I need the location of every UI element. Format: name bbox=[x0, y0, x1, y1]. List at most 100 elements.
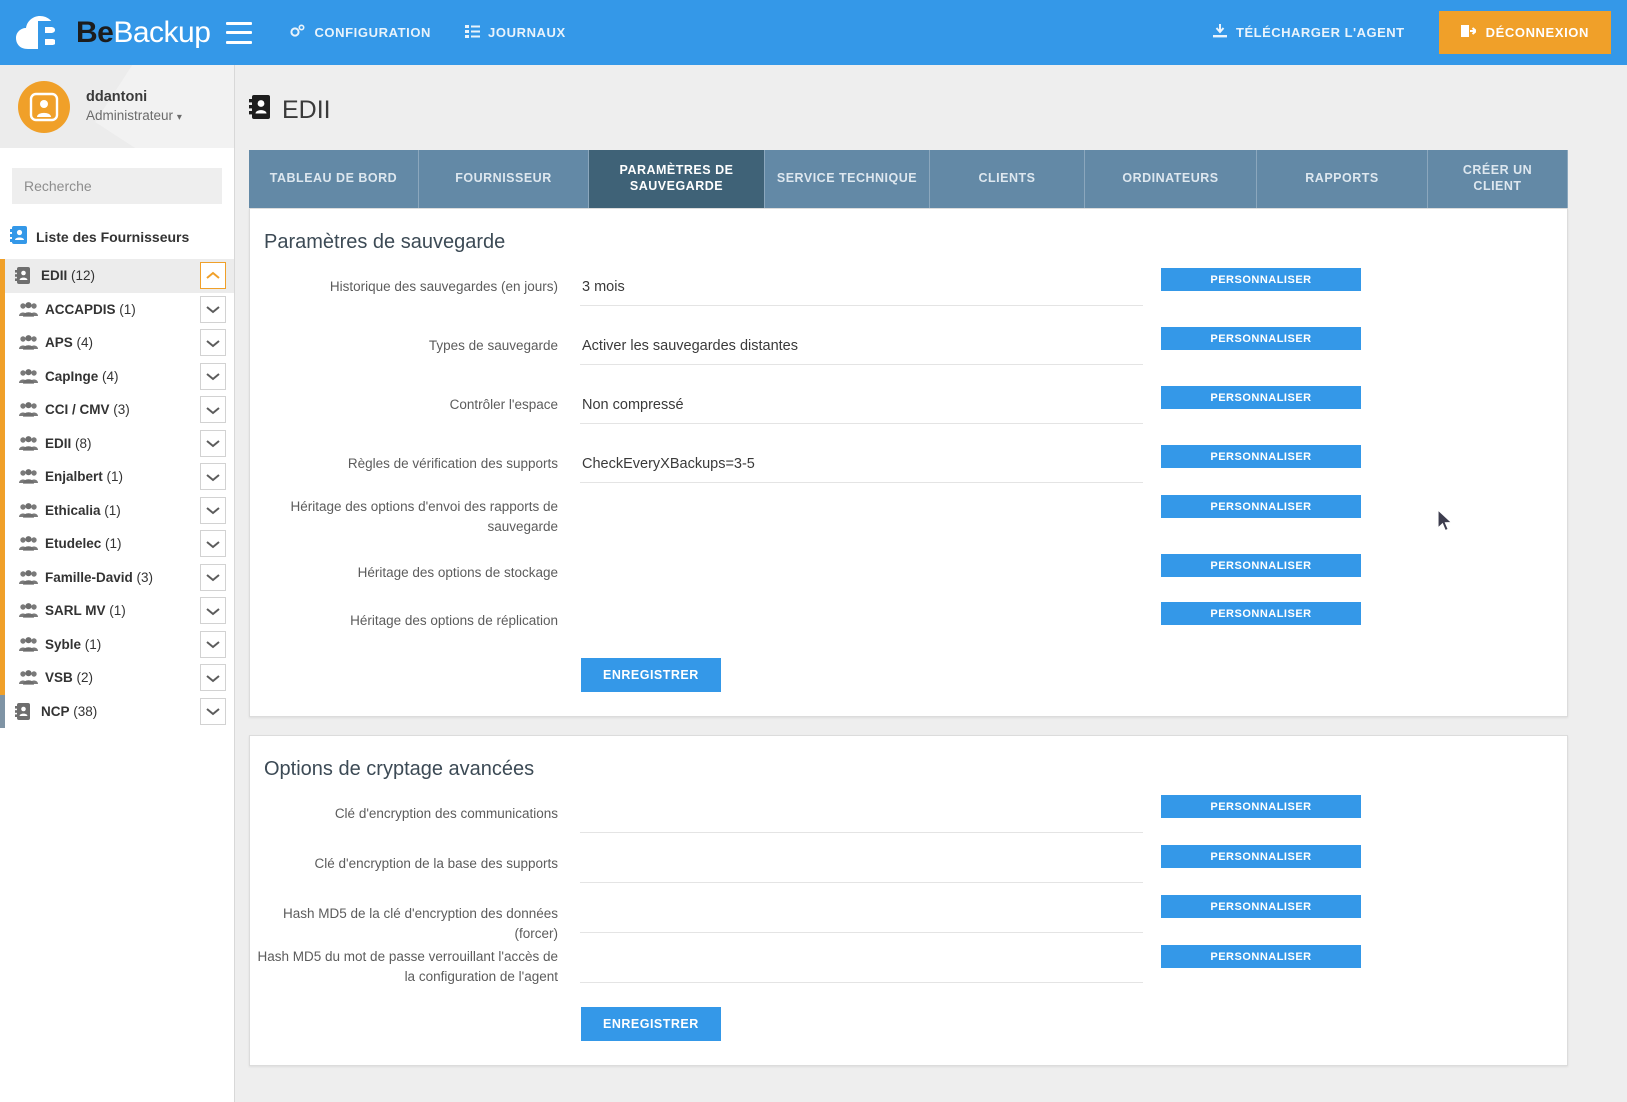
gears-icon bbox=[290, 24, 306, 41]
logout-button[interactable]: DÉCONNEXION bbox=[1438, 11, 1611, 54]
tab-label: CLIENTS bbox=[978, 171, 1036, 186]
button-column: PERSONNALISER bbox=[1143, 495, 1547, 518]
button-column: PERSONNALISER bbox=[1143, 268, 1547, 291]
chevron-down-icon[interactable] bbox=[200, 329, 226, 356]
personnaliser-button[interactable]: PERSONNALISER bbox=[1161, 495, 1361, 518]
nav-configuration[interactable]: CONFIGURATION bbox=[290, 24, 431, 41]
sidebar-item-accapdis[interactable]: ACCAPDIS (1) bbox=[0, 292, 234, 326]
sidebar-item-count: (4) bbox=[72, 335, 94, 351]
sidebar-item-aps[interactable]: APS (4) bbox=[0, 326, 234, 360]
users-icon bbox=[19, 301, 41, 317]
sidebar-item-etudelec[interactable]: Etudelec (1) bbox=[0, 527, 234, 561]
user-role[interactable]: Administrateur ▾ bbox=[86, 107, 182, 125]
sidebar-item-syble[interactable]: Syble (1) bbox=[0, 627, 234, 661]
chevron-down-icon[interactable] bbox=[200, 630, 226, 658]
form-control-wrapper bbox=[580, 945, 1143, 983]
logout-icon bbox=[1460, 24, 1478, 41]
chevron-down-icon[interactable] bbox=[200, 362, 226, 390]
form-label: Règles de vérification des supports bbox=[347, 456, 558, 471]
tab-tableau-de-bord[interactable]: TABLEAU DE BORD bbox=[249, 150, 419, 208]
user-name: ddantoni bbox=[86, 88, 148, 105]
tab-label: SERVICE TECHNIQUE bbox=[776, 171, 918, 186]
form-control-wrapper bbox=[580, 895, 1143, 933]
chevron-down-icon[interactable] bbox=[200, 530, 226, 557]
tab-service-technique[interactable]: SERVICE TECHNIQUE bbox=[765, 150, 930, 208]
personnaliser-button[interactable]: PERSONNALISER bbox=[1161, 895, 1361, 918]
chevron-down-icon: ▾ bbox=[176, 112, 182, 124]
tab-fournisseur[interactable]: FOURNISSEUR bbox=[419, 150, 589, 208]
chevron-down-icon[interactable] bbox=[200, 396, 226, 423]
sidebar-item-name: Etudelec bbox=[45, 536, 102, 552]
user-meta: ddantoni Administrateur ▾ bbox=[86, 88, 182, 126]
select-2[interactable]: Non compressé bbox=[580, 386, 1143, 424]
sidebar-item-edii[interactable]: EDII (12) bbox=[0, 259, 234, 293]
form-control-wrapper: Non compressé bbox=[580, 386, 1143, 424]
personnaliser-button[interactable]: PERSONNALISER bbox=[1161, 268, 1361, 291]
tab-ordinateurs[interactable]: ORDINATEURS bbox=[1085, 150, 1257, 208]
chevron-down-icon[interactable] bbox=[200, 295, 226, 323]
text-input-3[interactable]: CheckEveryXBackups=3-5 bbox=[580, 445, 1143, 483]
contact-card-icon bbox=[249, 95, 270, 126]
chevron-down-icon[interactable] bbox=[200, 664, 226, 691]
personnaliser-button[interactable]: PERSONNALISER bbox=[1161, 554, 1361, 577]
sidebar-item-label: EDII (8) bbox=[45, 436, 92, 451]
sidebar-item-count: (1) bbox=[81, 636, 102, 652]
users-icon bbox=[19, 402, 41, 417]
sidebar-item-vsb[interactable]: VSB (2) bbox=[0, 661, 234, 695]
text-input-2[interactable] bbox=[580, 895, 1143, 933]
save-row: ENREGISTRER bbox=[250, 646, 1567, 716]
chevron-up-icon[interactable] bbox=[200, 262, 226, 289]
enregistrer-button[interactable]: ENREGISTRER bbox=[581, 658, 721, 692]
select-0[interactable]: 3 mois bbox=[580, 268, 1143, 306]
brand-logo[interactable]: BeBackup bbox=[0, 0, 211, 65]
tab-bar: TABLEAU DE BORD FOURNISSEUR PARAMÈTRES DE … bbox=[249, 150, 1627, 208]
text-input-0[interactable] bbox=[580, 795, 1143, 833]
text-input-3[interactable] bbox=[580, 945, 1143, 983]
form-row: Contrôler l'espace Non compressé PERSONNAL… bbox=[250, 386, 1567, 445]
user-role-label: Administrateur bbox=[86, 108, 174, 124]
chevron-down-icon[interactable] bbox=[200, 563, 226, 591]
sidebar-item-count: (4) bbox=[98, 368, 119, 384]
personnaliser-button[interactable]: PERSONNALISER bbox=[1161, 327, 1361, 350]
sidebar-item-edii[interactable]: EDII (8) bbox=[0, 426, 234, 460]
tab-label: ORDINATEURS bbox=[1122, 171, 1219, 186]
sidebar-item-enjalbert[interactable]: Enjalbert (1) bbox=[0, 460, 234, 494]
sidebar-item-label: CCI / CMV (3) bbox=[45, 402, 130, 417]
nav-journaux[interactable]: JOURNAUX bbox=[465, 24, 566, 41]
tab-rapports[interactable]: RAPPORTS bbox=[1257, 150, 1428, 208]
tab-param-tres-de-sauvegarde[interactable]: PARAMÈTRES DE SAUVEGARDE bbox=[589, 150, 765, 208]
sidebar-item-count: (1) bbox=[105, 603, 126, 619]
tab-cr-er-un-client[interactable]: CRÉER UN CLIENT bbox=[1428, 150, 1568, 208]
sidebar-item-capinge[interactable]: CapInge (4) bbox=[0, 359, 234, 393]
sidebar-item-cci-cmv[interactable]: CCI / CMV (3) bbox=[0, 393, 234, 427]
brand-be: Be bbox=[76, 15, 114, 49]
tab-clients[interactable]: CLIENTS bbox=[930, 150, 1085, 208]
sidebar-item-ethicalia[interactable]: Ethicalia (1) bbox=[0, 493, 234, 527]
sidebar-item-label: SARL MV (1) bbox=[45, 603, 126, 618]
personnaliser-button[interactable]: PERSONNALISER bbox=[1161, 602, 1361, 625]
search-input[interactable] bbox=[12, 168, 222, 204]
sidebar-item-ncp[interactable]: NCP (38) bbox=[0, 694, 234, 728]
text-input-1[interactable] bbox=[580, 845, 1143, 883]
form-row: Hash MD5 de la clé d'encryption des donn… bbox=[250, 895, 1567, 945]
personnaliser-button[interactable]: PERSONNALISER bbox=[1161, 445, 1361, 468]
chevron-down-icon[interactable] bbox=[200, 597, 226, 624]
download-agent-link[interactable]: TÉLÉCHARGER L'AGENT bbox=[1213, 24, 1405, 41]
personnaliser-button[interactable]: PERSONNALISER bbox=[1161, 945, 1361, 968]
form-row: Règles de vérification des supports Check… bbox=[250, 445, 1567, 495]
personnaliser-button[interactable]: PERSONNALISER bbox=[1161, 845, 1361, 868]
personnaliser-button[interactable]: PERSONNALISER bbox=[1161, 386, 1361, 409]
enregistrer-button[interactable]: ENREGISTRER bbox=[581, 1007, 721, 1041]
page-title: EDII bbox=[235, 65, 1627, 126]
chevron-down-icon[interactable] bbox=[200, 496, 226, 524]
card-backup-settings: Paramètres de sauvegarde Historique des s… bbox=[249, 208, 1568, 717]
select-1[interactable]: Activer les sauvegardes distantes bbox=[580, 327, 1143, 365]
chevron-down-icon[interactable] bbox=[200, 697, 226, 725]
chevron-down-icon[interactable] bbox=[200, 463, 226, 490]
user-panel[interactable]: ddantoni Administrateur ▾ bbox=[0, 65, 234, 148]
hamburger-icon[interactable] bbox=[226, 21, 253, 44]
sidebar-item-famille-david[interactable]: Famille-David (3) bbox=[0, 560, 234, 594]
chevron-down-icon[interactable] bbox=[200, 429, 226, 457]
sidebar-item-sarl-mv[interactable]: SARL MV (1) bbox=[0, 594, 234, 628]
personnaliser-button[interactable]: PERSONNALISER bbox=[1161, 795, 1361, 818]
